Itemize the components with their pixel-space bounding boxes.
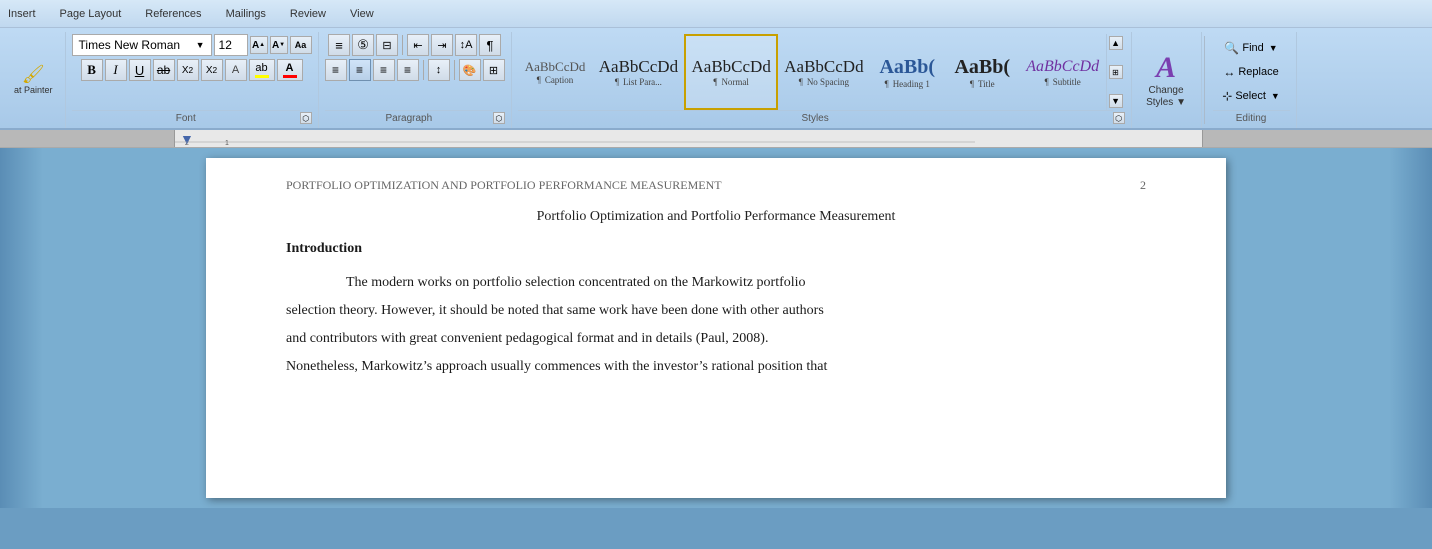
bullets-btn[interactable]: ≡ [328,34,350,56]
doc-paragraph-line3[interactable]: and contributors with great convenient p… [286,325,1146,353]
style-item-normal[interactable]: AaBbCcDd¶Normal [684,34,778,110]
change-styles-icon: A [1156,51,1176,85]
style-item-heading1[interactable]: AaBb(¶Heading 1 [870,34,945,110]
font-name-input[interactable]: Times New Roman ▼ [72,34,212,56]
shading-btn[interactable]: 🎨 [459,59,481,81]
text-highlight-btn[interactable]: ab [249,59,275,81]
style-item-title[interactable]: AaBb(¶Title [945,34,1020,110]
italic-btn[interactable]: I [105,59,127,81]
style-item-nospacing[interactable]: AaBbCcDd¶No Spacing [778,34,870,110]
superscript-btn[interactable]: X2 [201,59,223,81]
style-item-subtitle[interactable]: AaBbCcDd¶Subtitle [1020,34,1106,110]
sort-btn[interactable]: ↕A [455,34,477,56]
styles-expand-btn[interactable]: ⬡ [1113,112,1125,124]
font-expand-btn[interactable]: ⬡ [300,112,312,124]
editing-group-label: Editing [1213,110,1290,126]
tab-view[interactable]: View [346,6,378,22]
tab-review[interactable]: Review [286,6,330,22]
replace-btn[interactable]: ↔ Replace [1217,61,1284,83]
font-color-btn[interactable]: A [277,59,303,81]
decrease-indent-btn[interactable]: ⇤ [407,34,429,56]
style-item-listpara[interactable]: AaBbCcDd¶List Para... [593,34,685,110]
align-right-btn[interactable]: ≡ [373,59,395,81]
font-size-input[interactable]: 12 [214,34,248,56]
styles-scroll-down-btn[interactable]: ▼ [1109,94,1123,108]
ruler: 2 1 ▼ [175,130,1202,147]
binoculars-icon: 🔍 [1224,41,1239,55]
ruler-right-margin [1202,130,1432,147]
doc-section-heading[interactable]: Introduction [286,241,1146,257]
doc-paragraph-line2[interactable]: selection theory. However, it should be … [286,297,1146,325]
format-painter-btn[interactable]: 🖌 at Painter [8,62,59,97]
doc-page-number: 2 [1140,178,1146,193]
text-effects-btn[interactable]: A [225,59,247,81]
strikethrough-btn[interactable]: ab [153,59,175,81]
style-item-caption[interactable]: AaBbCcDd¶Caption [518,34,593,110]
borders-btn[interactable]: ⊞ [483,59,505,81]
font-size-increase-btn[interactable]: A▲ [250,36,268,54]
font-group-label [8,124,59,128]
multilevel-list-btn[interactable]: ⊟ [376,34,398,56]
select-btn[interactable]: ⊹ Select ▼ [1216,85,1286,107]
subscript-btn[interactable]: X2 [177,59,199,81]
doc-paragraph[interactable]: The modern works on portfolio selection … [286,269,1146,297]
ruler-left-margin [0,130,175,147]
find-btn[interactable]: 🔍 Find ▼ [1218,37,1283,59]
bold-btn[interactable]: B [81,59,103,81]
font-size-decrease-btn[interactable]: A▼ [270,36,288,54]
doc-paragraph-line4[interactable]: Nonetheless, Markowitz’s approach usuall… [286,353,1146,381]
underline-btn[interactable]: U [129,59,151,81]
font-group-label: Font [72,110,300,126]
show-marks-btn[interactable]: ¶ [479,34,501,56]
line-spacing-btn[interactable]: ↕ [428,59,450,81]
paint-brush-icon: 🖌 [22,64,45,85]
tab-mailings[interactable]: Mailings [222,6,270,22]
paragraph-group-label: Paragraph [325,110,494,126]
paragraph-expand-btn[interactable]: ⬡ [493,112,504,124]
tab-insert[interactable]: Insert [4,6,40,22]
align-left-btn[interactable]: ≡ [325,59,347,81]
change-styles-btn[interactable]: A ChangeStyles ▼ [1140,34,1192,126]
doc-title[interactable]: Portfolio Optimization and Portfolio Per… [286,209,1146,225]
styles-scroll-up-btn[interactable]: ▲ [1109,36,1123,50]
document-page: PORTFOLIO OPTIMIZATION AND PORTFOLIO PER… [206,158,1226,498]
cursor-icon: ⊹ [1222,89,1232,103]
replace-icon: ↔ [1223,65,1235,79]
format-painter-label: at Painter [14,85,53,95]
tab-references[interactable]: References [141,6,205,22]
doc-header: PORTFOLIO OPTIMIZATION AND PORTFOLIO PER… [286,178,1146,193]
increase-indent-btn[interactable]: ⇥ [431,34,453,56]
justify-btn[interactable]: ≡ [397,59,419,81]
doc-header-text: PORTFOLIO OPTIMIZATION AND PORTFOLIO PER… [286,178,722,193]
styles-group-label: Styles [518,110,1113,126]
numbered-list-btn[interactable]: ⑤ [352,34,374,56]
clear-format-btn[interactable]: Aa [290,36,312,54]
tab-page-layout[interactable]: Page Layout [56,6,126,22]
align-center-btn[interactable]: ≡ [349,59,371,81]
change-styles-label: ChangeStyles ▼ [1146,85,1186,109]
styles-expand-all-btn[interactable]: ⊞ [1109,65,1123,79]
